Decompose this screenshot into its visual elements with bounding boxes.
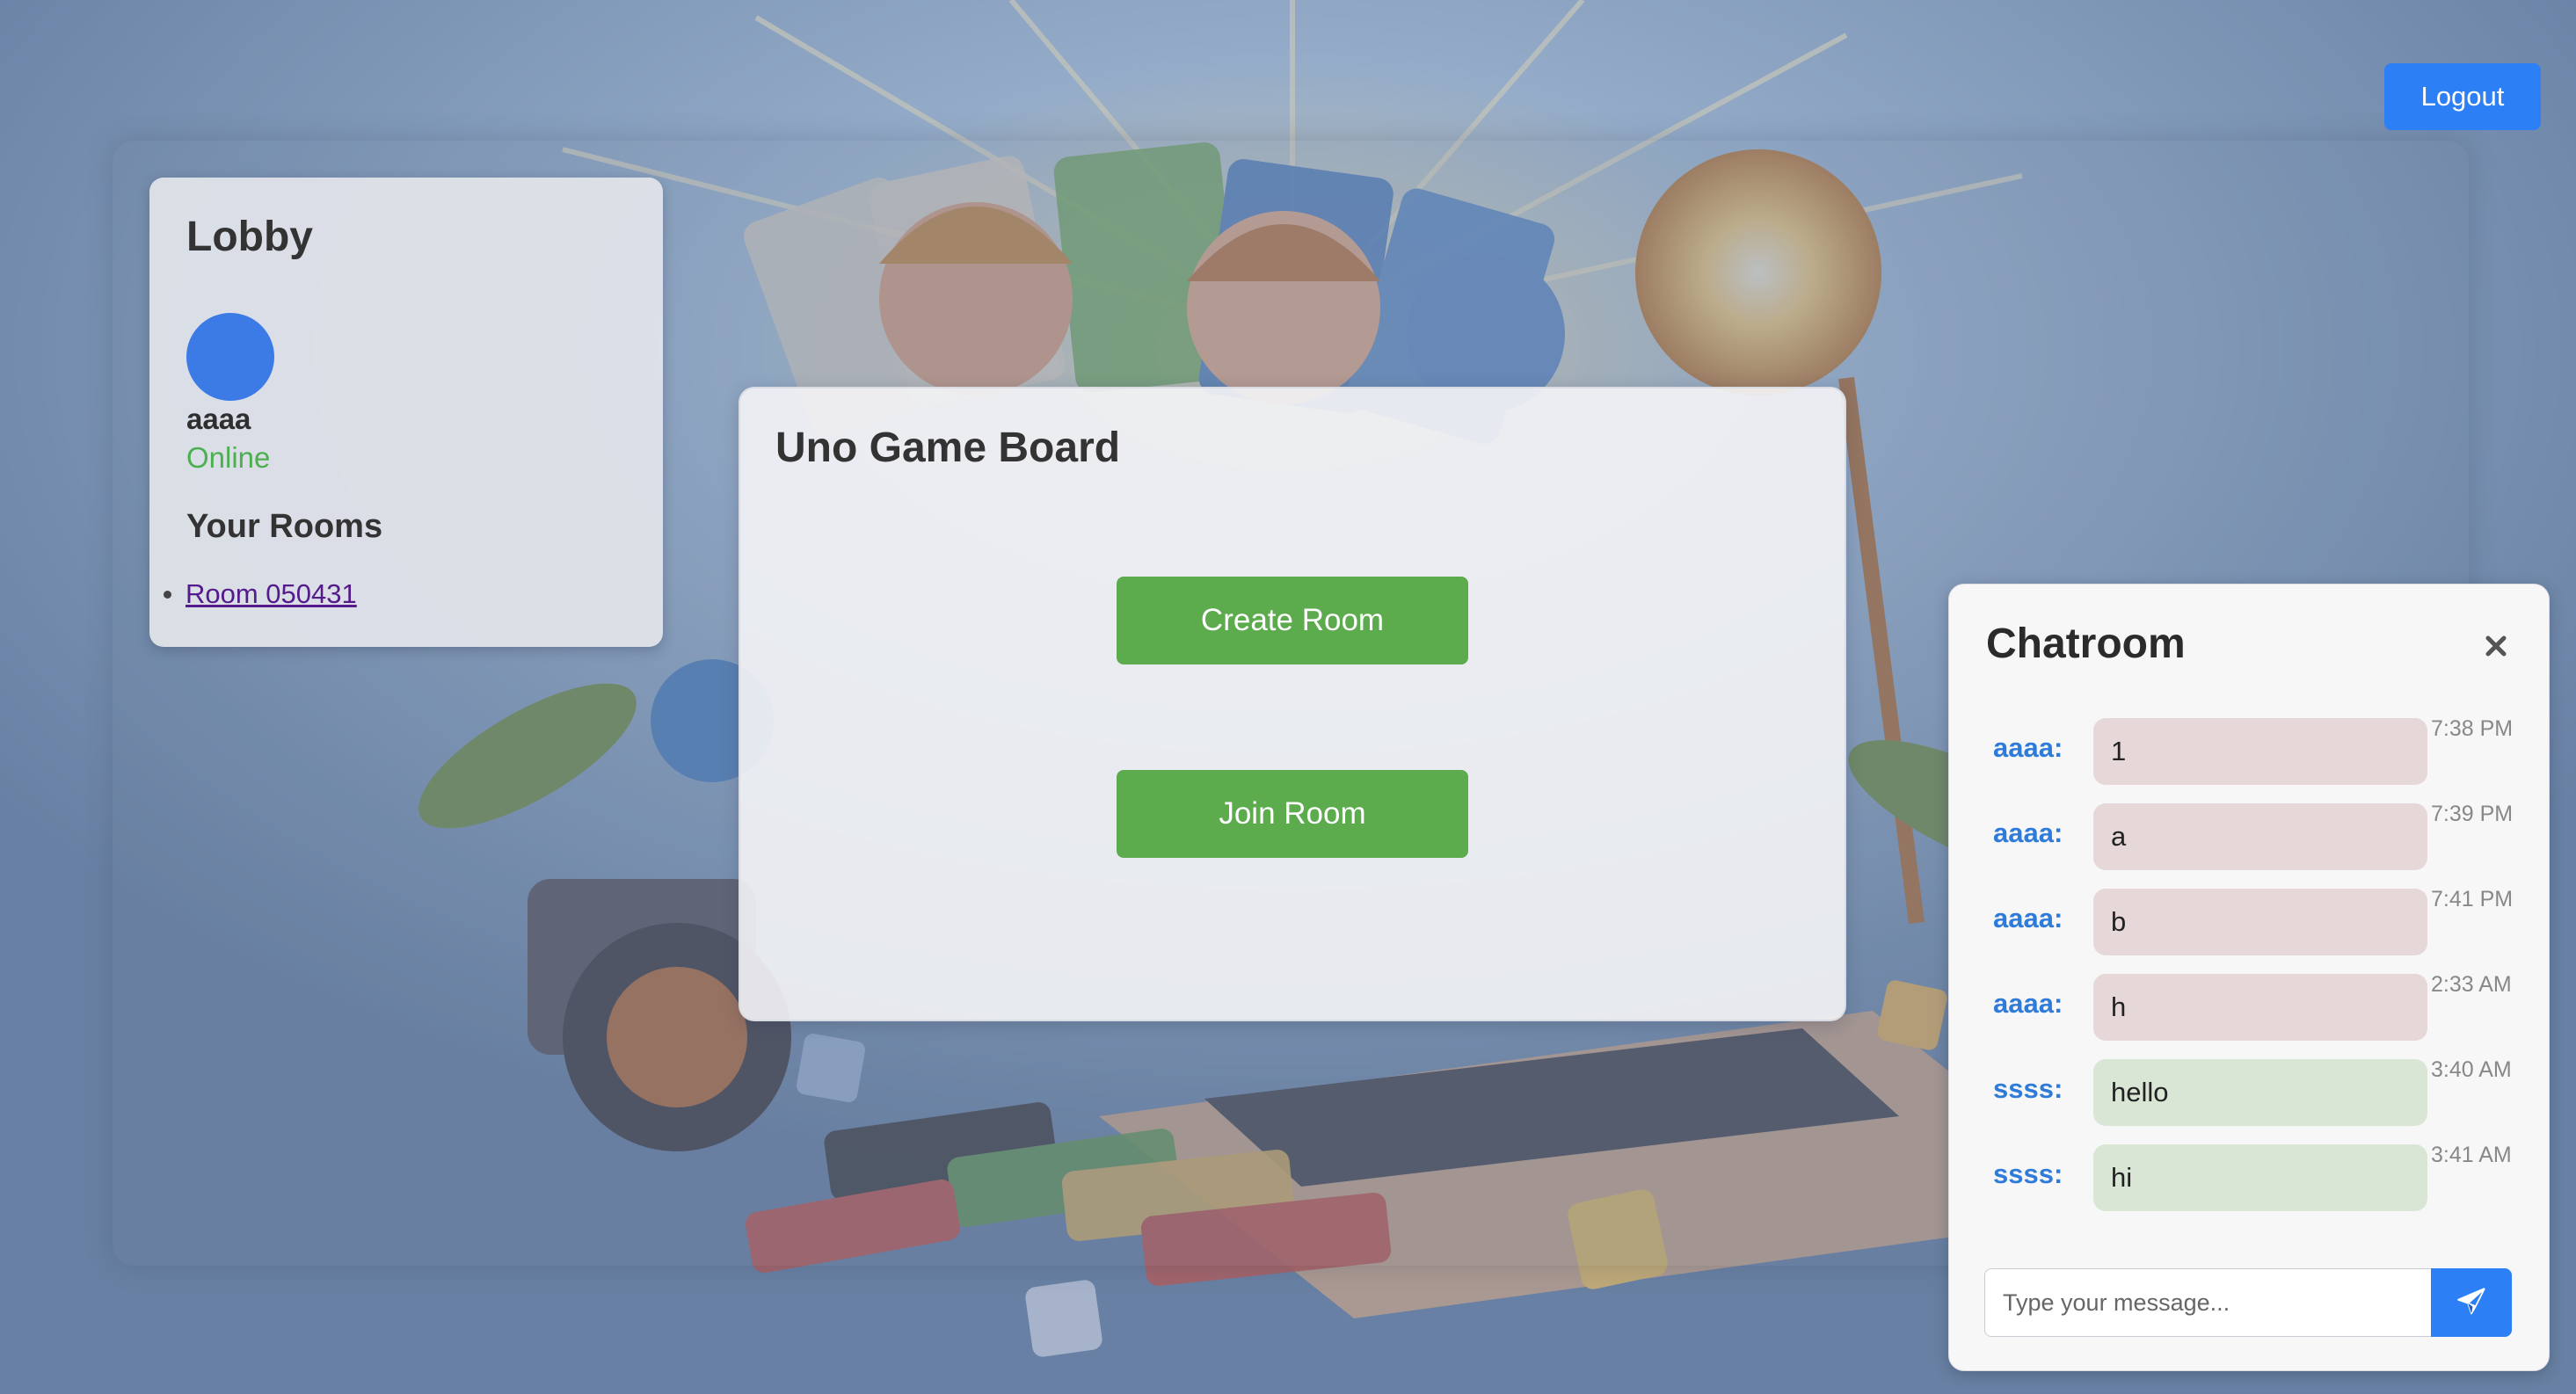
message-list: aaaa: 1 7:38 PM aaaa: a 7:39 PM aaaa: b … (1949, 716, 2549, 1228)
chat-message: aaaa: a 7:39 PM (1949, 802, 2549, 887)
room-link[interactable]: Room 050431 (186, 578, 357, 610)
chat-message: aaaa: 1 7:38 PM (1949, 716, 2549, 802)
message-bubble: b (2093, 889, 2427, 955)
message-time: 7:41 PM (2431, 887, 2514, 911)
bullet-icon (164, 590, 171, 599)
message-bubble: 1 (2093, 718, 2427, 785)
message-time: 3:41 AM (2431, 1143, 2512, 1167)
message-time: 3:40 AM (2431, 1057, 2512, 1082)
chat-message: aaaa: b 7:41 PM (1949, 887, 2549, 972)
room-list-item: Room 050431 (164, 578, 357, 610)
message-time: 2:33 AM (2431, 972, 2512, 997)
chat-message: ssss: hi 3:41 AM (1949, 1143, 2549, 1228)
message-sender: aaaa: (1993, 988, 2063, 1019)
chatroom-panel: Chatroom aaaa: 1 7:38 PM aaaa: a 7:39 PM… (1948, 584, 2550, 1371)
message-sender: aaaa: (1993, 903, 2063, 933)
chat-message: ssss: hello 3:40 AM (1949, 1057, 2549, 1143)
message-input[interactable] (1984, 1268, 2433, 1337)
message-time: 7:38 PM (2431, 716, 2514, 741)
message-input-row (1984, 1268, 2512, 1337)
rooms-list: Room 050431 (164, 578, 357, 610)
game-board-title: Uno Game Board (775, 425, 1121, 471)
avatar (186, 313, 274, 401)
lobby-title: Lobby (186, 214, 313, 260)
message-sender: aaaa: (1993, 817, 2063, 848)
game-board-panel: Uno Game Board Create Room Join Room (739, 387, 1846, 1021)
message-sender: ssss: (1993, 1158, 2063, 1189)
message-bubble: hi (2093, 1144, 2427, 1211)
username: aaaa (186, 403, 251, 435)
chatroom-title: Chatroom (1986, 621, 2186, 667)
close-icon[interactable] (2477, 627, 2515, 665)
online-status: Online (186, 441, 271, 474)
message-bubble: a (2093, 803, 2427, 870)
message-bubble: hello (2093, 1059, 2427, 1126)
create-room-button[interactable]: Create Room (1117, 577, 1468, 664)
chat-message: aaaa: h 2:33 AM (1949, 972, 2549, 1057)
send-button[interactable] (2431, 1268, 2512, 1337)
logout-button[interactable]: Logout (2384, 63, 2541, 130)
your-rooms-title: Your Rooms (186, 508, 383, 545)
lobby-panel: Lobby aaaa Online Your Rooms Room 050431 (149, 178, 663, 647)
message-bubble: h (2093, 974, 2427, 1041)
message-sender: ssss: (1993, 1073, 2063, 1104)
join-room-button[interactable]: Join Room (1117, 770, 1468, 858)
message-sender: aaaa: (1993, 732, 2063, 763)
send-icon (2456, 1286, 2487, 1320)
message-time: 7:39 PM (2431, 802, 2514, 826)
